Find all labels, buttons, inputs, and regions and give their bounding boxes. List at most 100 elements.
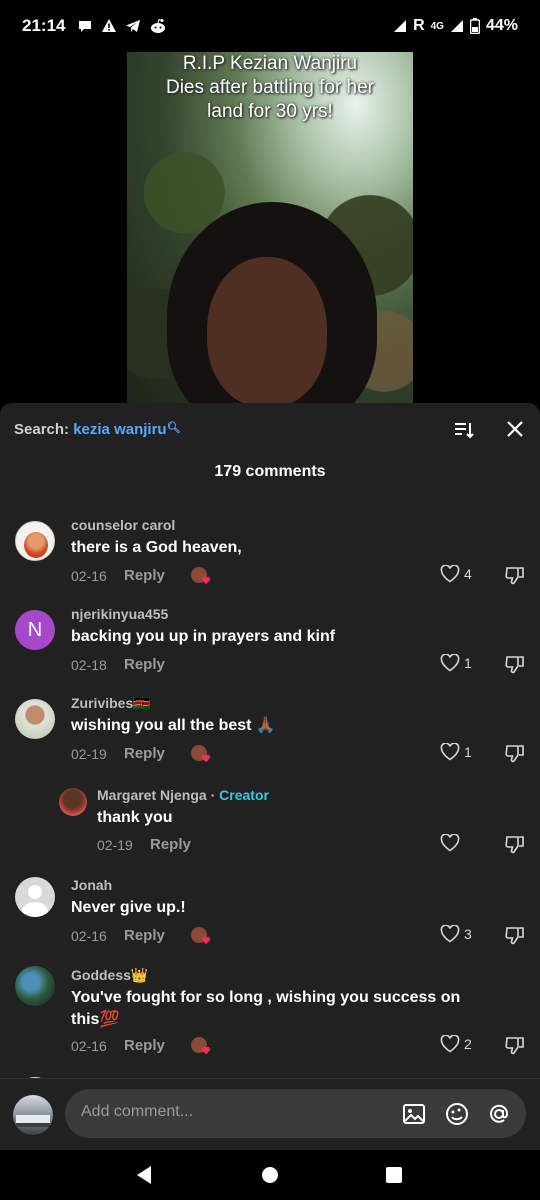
emoji-icon[interactable] bbox=[444, 1101, 470, 1127]
system-nav-bar bbox=[0, 1150, 540, 1200]
comment-composer: Add comment... bbox=[0, 1078, 540, 1150]
reply-button[interactable]: Reply bbox=[150, 836, 191, 853]
network-indicator: R bbox=[413, 17, 425, 34]
video-player[interactable]: R.I.P Kezian Wanjiru Dies after battling… bbox=[127, 52, 413, 404]
search-prefix: Search: bbox=[14, 421, 70, 438]
home-icon[interactable] bbox=[258, 1163, 282, 1187]
reply-item: Margaret Njenga · Creator thank you 02-1… bbox=[0, 774, 540, 862]
status-right: R 4G 44% bbox=[393, 17, 518, 35]
heart-icon bbox=[440, 565, 460, 583]
video-caption-line-1: R.I.P Kezian Wanjiru bbox=[182, 53, 358, 74]
avatar[interactable] bbox=[15, 521, 55, 561]
signal-icon bbox=[394, 20, 407, 32]
like-count: 4 bbox=[464, 566, 472, 582]
video-person-face bbox=[207, 257, 327, 404]
dislike-icon[interactable] bbox=[504, 743, 526, 765]
comment-item: user329454631596 bbox=[0, 1063, 540, 1079]
mention-icon[interactable] bbox=[486, 1101, 512, 1127]
my-avatar[interactable] bbox=[13, 1095, 53, 1135]
comment-text: You've fought for so long , wishing you … bbox=[71, 989, 461, 1028]
avatar-letter: N bbox=[27, 618, 43, 641]
avatar[interactable] bbox=[15, 699, 55, 739]
creator-avatar[interactable] bbox=[59, 788, 87, 816]
comment-placeholder: Add comment... bbox=[81, 1103, 194, 1120]
notification-icons bbox=[77, 18, 167, 34]
like-count: 2 bbox=[464, 1036, 472, 1052]
like-count: 1 bbox=[464, 744, 472, 760]
close-icon[interactable] bbox=[504, 418, 526, 440]
comment-username[interactable]: Goddess👑 bbox=[71, 967, 148, 984]
heart-icon bbox=[440, 834, 460, 852]
reply-button[interactable]: Reply bbox=[124, 567, 165, 584]
search-link[interactable]: Search: kezia wanjiru🔍︎ bbox=[14, 421, 181, 438]
creator-liked-icon bbox=[191, 745, 210, 762]
battery-percent: 44% bbox=[485, 17, 518, 34]
creator-liked-icon bbox=[191, 567, 210, 584]
signal-4g-icon bbox=[450, 20, 463, 32]
comment-username[interactable]: Jonah bbox=[71, 877, 112, 893]
like-button[interactable]: 4 bbox=[440, 565, 472, 583]
heart-icon bbox=[440, 925, 460, 943]
comment-date: 02-16 bbox=[71, 568, 107, 584]
dislike-icon[interactable] bbox=[504, 654, 526, 676]
comment-date: 02-16 bbox=[71, 1038, 107, 1054]
comment-item: counselor carol there is a God heaven, 0… bbox=[0, 507, 540, 595]
dislike-icon[interactable] bbox=[504, 1035, 526, 1057]
comment-input[interactable]: Add comment... bbox=[65, 1089, 526, 1138]
avatar[interactable]: N bbox=[15, 610, 55, 650]
comment-username[interactable]: njerikinyua455 bbox=[71, 606, 168, 622]
reply-button[interactable]: Reply bbox=[124, 1037, 165, 1054]
video-caption-line-2: Dies after battling for her bbox=[165, 77, 375, 98]
like-count: 3 bbox=[464, 926, 472, 942]
warning-icon bbox=[102, 19, 117, 32]
video-caption-line-3: land for 30 yrs! bbox=[207, 101, 333, 122]
reply-button[interactable]: Reply bbox=[124, 656, 165, 673]
reply-date: 02-19 bbox=[97, 837, 133, 853]
heart-icon bbox=[440, 1035, 460, 1053]
like-button[interactable]: 3 bbox=[440, 925, 472, 943]
avatar[interactable] bbox=[15, 966, 55, 1006]
search-term[interactable]: kezia wanjiru🔍︎ bbox=[73, 421, 180, 438]
like-button[interactable]: 2 bbox=[440, 1035, 472, 1053]
reddit-icon bbox=[151, 18, 166, 33]
dislike-icon[interactable] bbox=[504, 565, 526, 587]
comment-text: wishing you all the best 🙏🏾 bbox=[71, 717, 276, 734]
reply-button[interactable]: Reply bbox=[124, 745, 165, 762]
back-icon[interactable] bbox=[133, 1163, 157, 1187]
comment-list[interactable]: counselor carol there is a God heaven, 0… bbox=[0, 507, 540, 1079]
like-button[interactable]: 1 bbox=[440, 743, 472, 761]
reply-button[interactable]: Reply bbox=[124, 927, 165, 944]
heart-icon bbox=[440, 654, 460, 672]
telegram-icon bbox=[126, 20, 141, 32]
creator-tag: Creator bbox=[219, 787, 269, 803]
like-button[interactable] bbox=[440, 834, 460, 852]
like-button[interactable]: 1 bbox=[440, 654, 472, 672]
image-icon[interactable] bbox=[401, 1101, 427, 1127]
dislike-icon[interactable] bbox=[504, 834, 526, 856]
comment-item: Goddess👑 You've fought for so long , wis… bbox=[0, 952, 540, 1062]
comment-item: Jonah Never give up.! 02-16 Reply 3 bbox=[0, 863, 540, 951]
comment-text: Never give up.! bbox=[71, 899, 186, 916]
comment-date: 02-16 bbox=[71, 928, 107, 944]
avatar[interactable] bbox=[15, 877, 55, 917]
comment-date: 02-18 bbox=[71, 657, 107, 673]
dislike-icon[interactable] bbox=[504, 925, 526, 947]
reply-text: thank you bbox=[97, 809, 173, 826]
sheet-header: Search: kezia wanjiru🔍︎ bbox=[0, 403, 540, 453]
recents-icon[interactable] bbox=[382, 1163, 406, 1187]
comment-date: 02-19 bbox=[71, 746, 107, 762]
status-time: 21:14 bbox=[22, 16, 66, 35]
like-count: 1 bbox=[464, 655, 472, 671]
reply-username[interactable]: Margaret Njenga · Creator bbox=[97, 787, 269, 803]
comment-text: there is a God heaven, bbox=[71, 539, 242, 556]
comment-text: backing you up in prayers and kinf bbox=[71, 628, 336, 645]
chat-notification-icon bbox=[79, 21, 92, 32]
search-icon: 🔍︎ bbox=[166, 422, 181, 434]
comment-count: 179 comments bbox=[214, 463, 326, 480]
comment-item: Zurivibes🇰🇪 wishing you all the best 🙏🏾 … bbox=[0, 685, 540, 773]
sort-icon[interactable] bbox=[452, 418, 476, 442]
comment-username[interactable]: counselor carol bbox=[71, 517, 175, 533]
creator-liked-icon bbox=[191, 927, 210, 944]
comment-username[interactable]: Zurivibes🇰🇪 bbox=[71, 695, 151, 712]
status-bar: 21:14 R 4G 44% bbox=[0, 0, 540, 52]
